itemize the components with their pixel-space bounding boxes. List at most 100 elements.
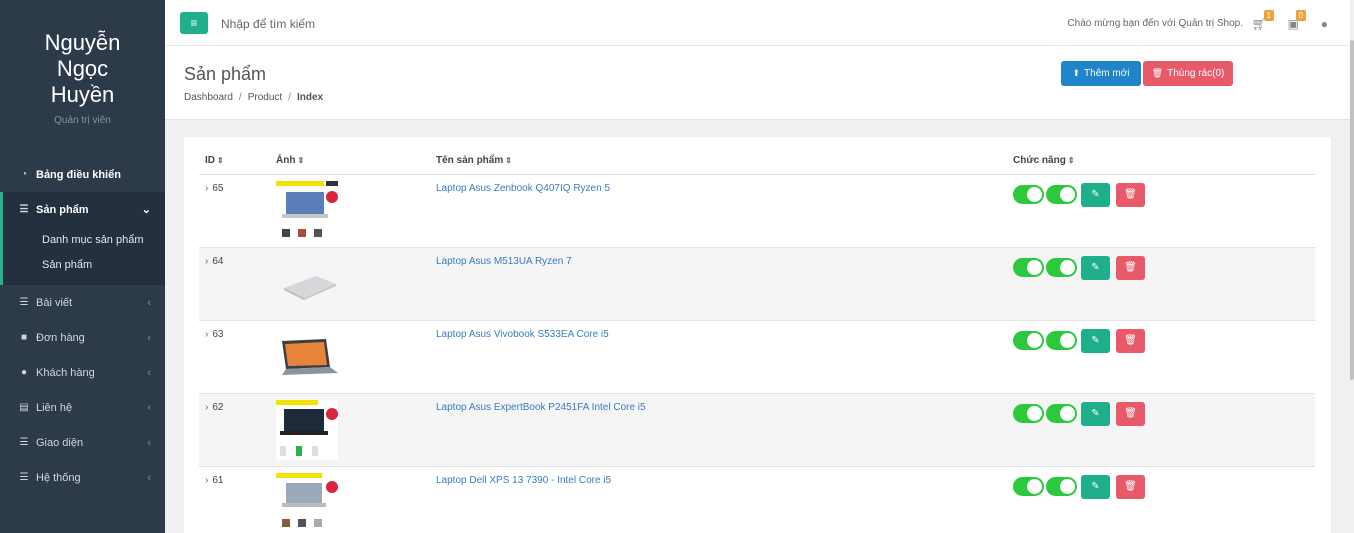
- expand-chevron-icon[interactable]: ›: [205, 183, 208, 194]
- sidebar-subitem-products[interactable]: Sản phẩm: [3, 252, 165, 277]
- product-link[interactable]: Laptop Asus Zenbook Q407IQ Ryzen 5: [436, 183, 610, 194]
- trash-button[interactable]: 🗑︎ Thùng rác(0): [1143, 61, 1233, 86]
- product-thumbnail: [276, 472, 338, 533]
- row-image: [270, 393, 430, 467]
- sidebar-group-products: ☰ Sản phẩm ⌄ Danh mục sản phẩm Sản phẩm: [0, 192, 165, 285]
- chevron-left-icon: ‹: [147, 296, 151, 309]
- breadcrumb-current: Index: [296, 92, 324, 103]
- sidebar-subitem-categories[interactable]: Danh mục sản phẩm: [3, 227, 165, 252]
- featured-toggle[interactable]: [1046, 185, 1077, 204]
- profile-block: Nguyễn Ngọc Huyền Quản trị viên: [0, 0, 165, 150]
- column-header-name[interactable]: Tên sản phẩm ⇕: [430, 147, 1007, 175]
- sidebar-item-customers[interactable]: ● Khách hàng ‹: [0, 355, 165, 390]
- row-name: Laptop Dell XPS 13 7390 - Intel Core i5: [430, 466, 1007, 533]
- chevron-left-icon: ‹: [147, 436, 151, 449]
- sidebar-item-system[interactable]: ☰ Hệ thống ‹: [0, 460, 165, 495]
- edit-button[interactable]: ✎: [1081, 182, 1110, 207]
- row-actions: ✎ 🗑︎: [1007, 320, 1315, 394]
- product-thumbnail: [276, 399, 338, 460]
- delete-button[interactable]: 🗑︎: [1116, 182, 1145, 207]
- cart-button[interactable]: 🛒︎ 1: [1252, 10, 1274, 31]
- edit-icon: ✎: [1091, 335, 1100, 346]
- row-actions: ✎ 🗑︎: [1007, 393, 1315, 467]
- edit-button[interactable]: ✎: [1081, 401, 1110, 426]
- column-header-image[interactable]: Ảnh ⇕: [270, 147, 430, 175]
- page-scrollbar[interactable]: [1350, 0, 1354, 533]
- breadcrumb-dashboard[interactable]: Dashboard: [184, 92, 233, 103]
- edit-button[interactable]: ✎: [1081, 328, 1110, 353]
- search-input[interactable]: Nhập để tìm kiếm: [221, 17, 315, 31]
- featured-toggle[interactable]: [1046, 477, 1077, 496]
- expand-chevron-icon[interactable]: ›: [205, 329, 208, 340]
- delete-button[interactable]: 🗑︎: [1116, 401, 1145, 426]
- profile-name: Nguyễn Ngọc Huyền: [44, 30, 121, 107]
- status-toggle[interactable]: [1013, 185, 1044, 204]
- featured-toggle[interactable]: [1046, 331, 1077, 350]
- welcome-text: Chào mừng bạn đến với Quản trị Shop.: [1067, 18, 1243, 29]
- status-toggle[interactable]: [1013, 404, 1044, 423]
- sidebar-item-label: Giao diện: [36, 436, 84, 449]
- status-toggle[interactable]: [1013, 477, 1044, 496]
- delete-button[interactable]: 🗑︎: [1116, 474, 1145, 499]
- trash-label: Thùng rác(0): [1167, 68, 1225, 79]
- sidebar-item-label: Hệ thống: [36, 471, 81, 484]
- expand-chevron-icon[interactable]: ›: [205, 402, 208, 413]
- edit-button[interactable]: ✎: [1081, 474, 1110, 499]
- sidebar-nav: ◔ Bảng điều khiển ☰ Sản phẩm ⌄ Danh mục …: [0, 157, 165, 495]
- sort-icon: ⇕: [1067, 155, 1075, 165]
- expand-chevron-icon[interactable]: ›: [205, 256, 208, 267]
- product-card: ID ⇕ Ảnh ⇕ Tên sản phẩm ⇕ Chức năng ⇕ › 65: [184, 137, 1331, 533]
- column-header-actions[interactable]: Chức năng ⇕: [1007, 147, 1315, 175]
- breadcrumb-product[interactable]: Product: [248, 92, 282, 103]
- chevron-down-icon: ⌄: [141, 204, 151, 216]
- edit-button[interactable]: ✎: [1081, 255, 1110, 280]
- sidebar-item-products[interactable]: ☰ Sản phẩm ⌄: [3, 192, 165, 227]
- user-icon: ●: [1320, 17, 1328, 31]
- sidebar-item-contact[interactable]: ▤ Liên hệ ‹: [0, 390, 165, 425]
- sort-icon: ⇕: [297, 155, 305, 165]
- chevron-left-icon: ‹: [147, 331, 151, 344]
- table-row: › 65 Laptop Asus Zenbook Q407IQ Ryzen 5 …: [199, 174, 1315, 248]
- chevron-left-icon: ‹: [147, 366, 151, 379]
- product-link[interactable]: Laptop Asus Vivobook S533EA Core i5: [436, 329, 609, 340]
- table-row: › 64 Laptop Asus M513UA Ryzen 7 ✎ 🗑︎: [199, 247, 1315, 321]
- sort-icon: ⇕: [505, 155, 512, 165]
- sidebar: Nguyễn Ngọc Huyền Quản trị viên ◔ Bảng đ…: [0, 0, 165, 533]
- sidebar-submenu: Danh mục sản phẩm Sản phẩm: [3, 227, 165, 285]
- list-icon: ☰: [19, 297, 29, 308]
- add-new-button[interactable]: ⬆ Thêm mới: [1061, 61, 1141, 86]
- dashboard-icon: ◔: [20, 169, 28, 180]
- expand-chevron-icon[interactable]: ›: [205, 475, 208, 486]
- sidebar-item-appearance[interactable]: ☰ Giao diện ‹: [0, 425, 165, 460]
- product-link[interactable]: Laptop Asus M513UA Ryzen 7: [436, 256, 572, 267]
- status-toggle[interactable]: [1013, 331, 1044, 350]
- table-row: › 63 Laptop Asus Vivobook S533EA Core i5 …: [199, 320, 1315, 394]
- sidebar-item-dashboard[interactable]: ◔ Bảng điều khiển: [0, 157, 165, 192]
- delete-button[interactable]: 🗑︎: [1116, 255, 1145, 280]
- featured-toggle[interactable]: [1046, 404, 1077, 423]
- row-name: Laptop Asus Zenbook Q407IQ Ryzen 5: [430, 174, 1007, 248]
- sidebar-item-posts[interactable]: ☰ Bài viết ‹: [0, 285, 165, 320]
- delete-button[interactable]: 🗑︎: [1116, 328, 1145, 353]
- status-toggle[interactable]: [1013, 258, 1044, 277]
- chevron-left-icon: ‹: [147, 401, 151, 414]
- sidebar-item-label: Liên hệ: [36, 401, 73, 414]
- row-id: › 62: [199, 393, 270, 467]
- shopping-bag-icon: ■: [20, 332, 28, 343]
- row-image: [270, 174, 430, 248]
- list-icon: ☰: [19, 437, 29, 448]
- sidebar-item-label: Sản phẩm: [36, 203, 89, 216]
- row-name: Laptop Asus M513UA Ryzen 7: [430, 247, 1007, 321]
- messages-badge: 0: [1295, 10, 1306, 21]
- product-link[interactable]: Laptop Asus ExpertBook P2451FA Intel Cor…: [436, 402, 646, 413]
- trash-icon: 🗑︎: [1124, 408, 1137, 419]
- menu-toggle-button[interactable]: ≡: [180, 12, 208, 34]
- user-button[interactable]: ●: [1321, 17, 1328, 31]
- sidebar-item-label: Khách hàng: [36, 366, 95, 379]
- featured-toggle[interactable]: [1046, 258, 1077, 277]
- product-link[interactable]: Laptop Dell XPS 13 7390 - Intel Core i5: [436, 475, 611, 486]
- row-image: [270, 466, 430, 533]
- column-header-id[interactable]: ID ⇕: [199, 147, 270, 175]
- sidebar-item-orders[interactable]: ■ Đơn hàng ‹: [0, 320, 165, 355]
- messages-button[interactable]: ▣ 0: [1288, 10, 1306, 31]
